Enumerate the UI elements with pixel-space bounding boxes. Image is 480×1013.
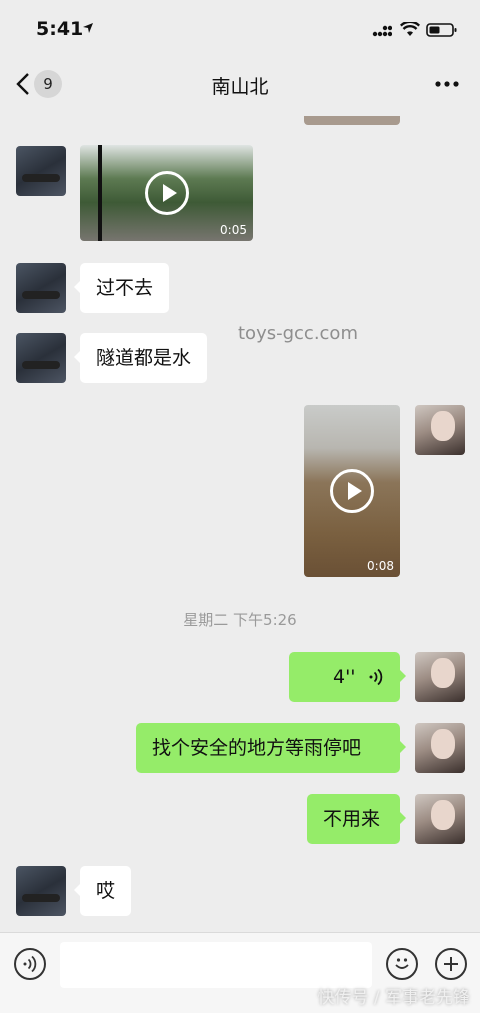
play-icon	[330, 469, 374, 513]
my-avatar[interactable]	[415, 652, 465, 702]
play-icon	[144, 171, 189, 215]
message-bubble-received[interactable]: 隧道都是水	[73, 333, 208, 383]
video-message[interactable]: 0:08	[304, 405, 400, 577]
plus-icon	[444, 957, 458, 971]
message-bubble-received[interactable]: 哎	[73, 866, 132, 916]
emoji-icon	[395, 958, 409, 969]
chat-header: 9 南山北	[0, 58, 480, 116]
contact-avatar[interactable]	[16, 866, 66, 916]
watermark-text: toys-gcc.com	[238, 323, 358, 344]
voice-wave-icon	[369, 668, 383, 686]
voice-duration: 4''	[333, 666, 356, 688]
video-duration: 0:05	[220, 223, 247, 237]
message-input[interactable]	[60, 942, 372, 988]
my-avatar[interactable]	[415, 405, 465, 455]
contact-avatar[interactable]	[16, 333, 66, 383]
message-bubble-sent[interactable]: 找个安全的地方等雨停吧	[136, 723, 406, 773]
more-functions-button[interactable]	[435, 948, 467, 980]
voice-icon	[23, 955, 37, 973]
voice-input-button[interactable]	[14, 948, 46, 980]
status-time: 5:41	[36, 18, 84, 40]
video-duration: 0:08	[367, 559, 394, 573]
message-timestamp: 星期二 下午5:26	[183, 611, 297, 629]
chat-title: 南山北	[211, 76, 269, 98]
previous-message-fragment	[304, 116, 400, 125]
message-bubble-received[interactable]: 过不去	[73, 263, 170, 313]
message-bubble-sent[interactable]: 不用来	[307, 794, 406, 844]
wifi-icon	[400, 22, 420, 36]
voice-message[interactable]: 4''	[289, 652, 406, 702]
battery-icon	[426, 23, 457, 37]
my-avatar[interactable]	[415, 723, 465, 773]
video-message[interactable]: 0:05	[80, 145, 253, 241]
source-watermark: 快传号 / 军事老先锋	[317, 988, 470, 1008]
my-avatar[interactable]	[415, 794, 465, 844]
emoji-button[interactable]	[386, 948, 418, 980]
contact-avatar[interactable]	[16, 146, 66, 196]
location-arrow-icon	[83, 23, 93, 33]
signal-icon	[372, 25, 392, 37]
more-options-icon[interactable]	[434, 72, 460, 96]
status-bar: 5:41	[0, 0, 480, 58]
contact-avatar[interactable]	[16, 263, 66, 313]
